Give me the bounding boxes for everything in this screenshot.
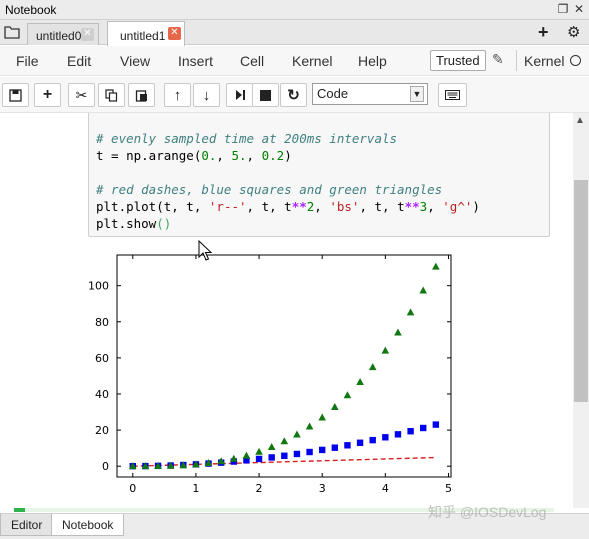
add-tab-icon[interactable]: + [538,22,549,43]
code-line-comment: # red dashes, blue squares and green tri… [96,182,443,197]
chevron-down-icon[interactable]: ▼ [410,86,424,102]
tab-close-icon[interactable]: ✕ [168,27,181,40]
y-tick-label: 80 [95,316,109,329]
step-forward-icon [235,90,245,100]
menu-kernel[interactable]: Kernel [292,53,332,69]
data-point-square [369,436,376,444]
keyboard-icon [445,90,460,100]
data-point-square [356,439,364,446]
plot-output: 0 1 2 3 4 5 0 20 40 60 80 100 [88,254,452,495]
menu-edit[interactable]: Edit [67,53,91,69]
y-tick-label: 40 [95,388,109,401]
menu-cell[interactable]: Cell [240,53,264,69]
x-tick-label: 4 [382,482,389,495]
y-tick-label: 20 [95,424,109,437]
menu-file[interactable]: File [16,53,39,69]
y-tick-label: 100 [88,280,109,293]
close-icon[interactable]: ✕ [572,2,586,16]
copy-button[interactable] [98,83,125,107]
bottom-tab-editor[interactable]: Editor [0,514,54,536]
x-tick-label: 3 [319,482,326,495]
data-point-square [306,448,313,456]
tab-untitled1[interactable]: untitled1 ✕ [107,21,185,46]
move-up-button[interactable]: ↑ [164,83,191,107]
move-down-button[interactable]: ↓ [193,83,220,107]
arrow-down-icon: ↓ [202,86,211,104]
plus-icon: + [42,86,53,103]
data-point-square [432,421,440,428]
progress-fill [14,508,25,512]
data-point-square [407,428,414,435]
code-cell[interactable]: # evenly sampled time at 200ms intervals… [88,113,550,237]
copy-icon [105,88,118,102]
scissors-icon: ✂ [75,86,88,103]
menu-view[interactable]: View [120,53,150,69]
insert-cell-button[interactable]: + [34,83,61,107]
divider [516,50,517,71]
y-tick-label: 60 [95,352,109,365]
save-icon [9,88,22,102]
data-point-square [318,446,326,454]
tab-label: untitled1 [120,29,166,43]
tab-label: untitled0 [36,29,82,43]
watermark: 知乎 @IOSDevLog [428,504,547,520]
code-line-arange: t = np.arange(0., 5., 0.2) [96,148,292,163]
stop-icon [260,89,271,101]
arrow-up-icon: ↑ [173,86,182,104]
menu-help[interactable]: Help [358,53,387,69]
refresh-icon: ↻ [287,87,300,104]
tab-bar: untitled0 ✕ untitled1 ✕ + ⚙ [0,20,589,46]
data-point-square [281,452,288,459]
command-palette-button[interactable] [438,83,467,107]
title-bar: Notebook ❐ ✕ [0,0,589,20]
trusted-badge[interactable]: Trusted [430,50,486,71]
restart-button[interactable]: ↻ [280,83,307,107]
data-point-square [293,450,301,458]
data-point-square [331,444,339,451]
toolbar: + ✂ ↑ ↓ ↻ Code ▼ [0,77,589,113]
x-tick-label: 2 [256,482,263,495]
paste-button[interactable] [128,83,155,107]
save-button[interactable] [2,83,29,107]
cell-type-value: Code [317,86,349,101]
menu-insert[interactable]: Insert [178,53,213,69]
interrupt-button[interactable] [252,83,279,107]
data-point-square [420,424,427,432]
window-title: Notebook [5,3,57,17]
x-tick-label: 0 [129,482,136,495]
data-point-square [394,431,402,438]
run-button[interactable] [226,83,253,107]
code-line-comment: # evenly sampled time at 200ms intervals [96,131,398,146]
kernel-name: Kernel [524,53,565,69]
y-tick-label: 0 [102,460,109,473]
gear-icon[interactable]: ⚙ [567,23,580,41]
mouse-cursor-icon [198,240,212,261]
restore-icon[interactable]: ❐ [556,2,570,16]
bottom-tab-notebook[interactable]: Notebook [51,514,125,536]
data-point-square [344,442,351,449]
code-line-show: plt.show() [96,216,172,231]
code-line-plot: plt.plot(t, t, 'r--', t, t**2, 'bs', t, … [96,199,480,214]
x-tick-label: 5 [445,482,452,495]
data-point-square [268,454,275,461]
x-tick-label: 1 [192,482,199,495]
cut-button[interactable]: ✂ [68,83,95,107]
data-point-square [382,434,389,441]
menu-bar: File Edit View Insert Cell Kernel Help T… [0,46,589,76]
folder-icon[interactable] [4,25,20,39]
tab-untitled0[interactable]: untitled0 ✕ [27,23,99,45]
cell-type-select[interactable]: Code ▼ [312,83,428,105]
scrollbar-thumb[interactable] [574,180,588,402]
data-point-square [255,455,263,463]
tab-close-icon[interactable]: ✕ [81,28,94,41]
kernel-status-indicator [570,55,581,66]
pencil-icon[interactable]: ✎ [492,51,504,68]
scroll-up-icon[interactable]: ▲ [575,115,585,126]
paste-icon [135,89,147,102]
